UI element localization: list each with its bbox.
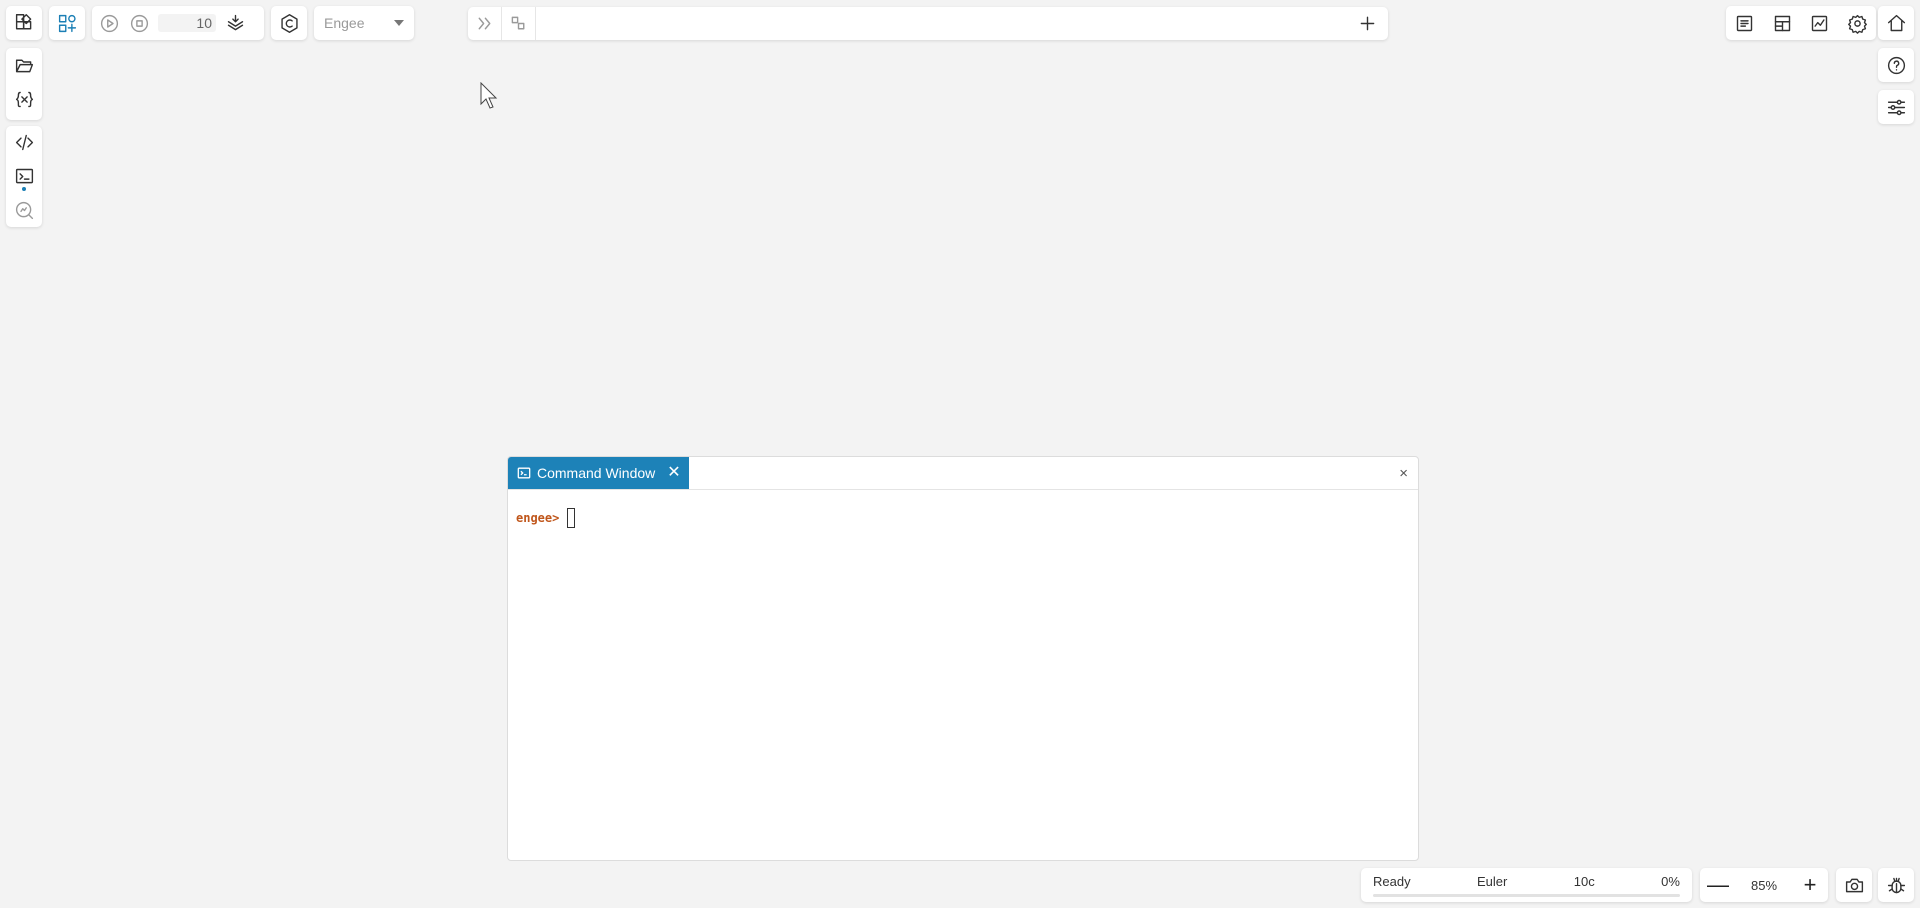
help-icon[interactable] [1878,48,1914,82]
home-icon[interactable] [1878,6,1914,40]
zoom-control: — 85% + [1700,868,1828,902]
progress-bar [1373,894,1680,897]
layers-icon[interactable] [220,6,250,40]
left-sidebar-top [6,48,42,120]
layout-grid-icon[interactable] [1767,6,1797,40]
new-model-icon[interactable] [49,6,85,40]
text-caret [567,508,576,528]
status-solver: Euler [1477,874,1508,889]
zoom-in-button[interactable]: + [1798,874,1822,896]
zoom-out-button[interactable]: — [1706,874,1730,896]
zoom-level: 85% [1750,877,1778,893]
debug-icon[interactable] [1878,868,1914,902]
command-window-header: Command Window ✕ × [508,457,1418,490]
status-time: 10c [1573,874,1595,889]
top-right-tools [1726,6,1876,40]
status-progress: 0% [1661,874,1680,889]
solver-select[interactable]: Engee [314,6,414,40]
folder-open-icon[interactable] [7,48,41,82]
chevron-down-icon [394,20,404,26]
add-tab-icon[interactable] [1350,7,1384,40]
settings-icon[interactable] [1842,6,1872,40]
graphs-icon[interactable] [1805,6,1835,40]
close-panel-icon[interactable]: × [1399,465,1408,482]
blocks-library-icon[interactable] [6,6,42,40]
tab-label: Command Window [537,465,656,481]
sliders-icon[interactable] [1878,90,1914,124]
block-parameters-icon[interactable] [1730,6,1760,40]
status-state: Ready [1373,874,1411,889]
close-tab-icon[interactable]: ✕ [667,465,680,481]
command-window: Command Window ✕ × engee> [507,456,1419,861]
variables-icon[interactable] [7,82,41,116]
model-hierarchy-icon[interactable] [502,7,536,40]
terminal-icon [517,467,531,479]
code-editor-icon[interactable] [7,126,41,160]
left-sidebar-bottom [6,126,42,227]
mouse-cursor-icon [480,82,498,109]
command-prompt: engee> [516,511,560,525]
code-generation-icon[interactable] [271,6,307,40]
camera-icon[interactable] [1836,868,1872,902]
chevrons-right-icon[interactable] [468,7,502,40]
simulation-controls: 10 [92,6,264,40]
stop-time-input[interactable]: 10 [158,14,216,32]
command-input-area[interactable]: engee> [508,490,1418,546]
solver-select-value: Engee [324,15,365,31]
tab-command-window[interactable]: Command Window ✕ [508,457,689,489]
simulation-status-bar: Ready Euler 10c 0% [1361,868,1692,902]
stop-icon[interactable] [124,6,154,40]
play-icon[interactable] [94,6,124,40]
data-inspector-icon[interactable] [7,193,41,227]
model-tab-bar [468,7,1388,40]
